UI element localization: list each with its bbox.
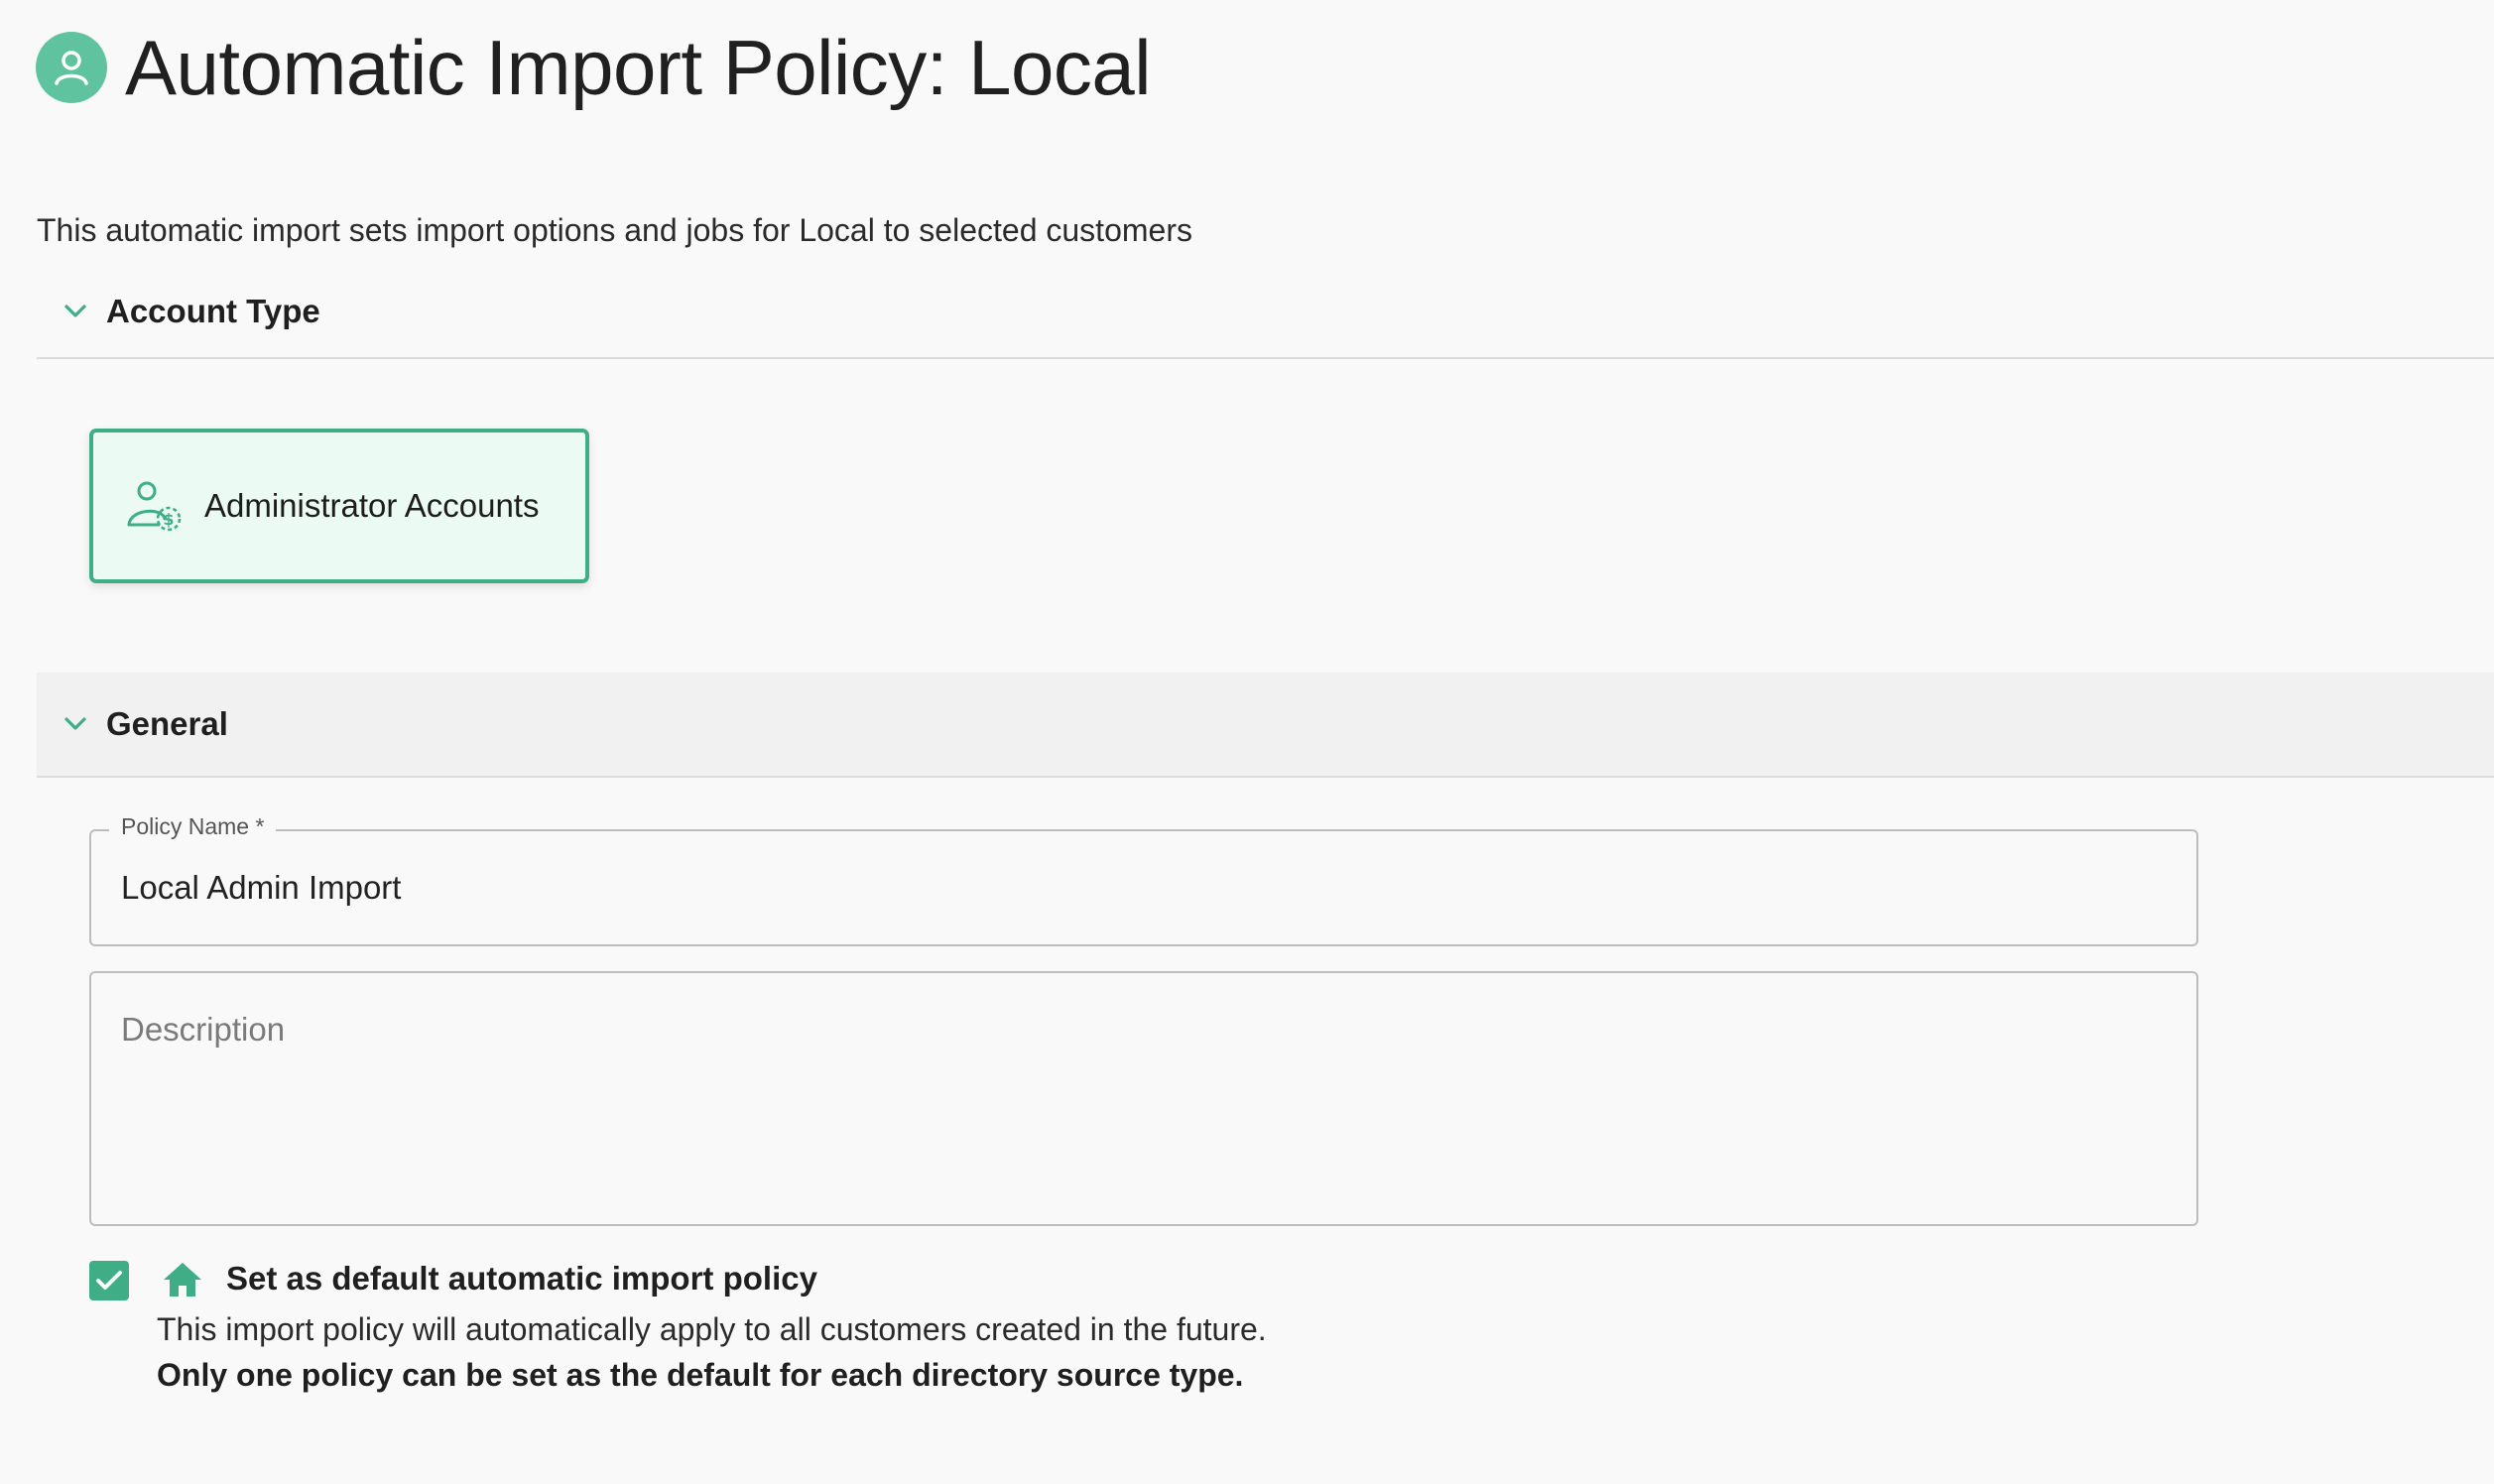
- admin-accounts-icon: $: [125, 479, 185, 533]
- default-policy-warning: Only one policy can be set as the defaul…: [157, 1357, 1244, 1393]
- svg-text:$: $: [163, 510, 174, 529]
- description-field[interactable]: Description: [89, 971, 2198, 1226]
- policy-name-input[interactable]: Local Admin Import: [121, 869, 401, 907]
- section-general-label: General: [106, 705, 228, 742]
- administrator-accounts-label: Administrator Accounts: [204, 487, 540, 524]
- chevron-down-icon: [62, 711, 88, 737]
- chevron-down-icon: [62, 299, 88, 324]
- home-icon: [160, 1257, 205, 1302]
- policy-name-field[interactable]: Policy Name * Local Admin Import: [89, 813, 2198, 946]
- section-account-type-label: Account Type: [106, 293, 320, 329]
- default-policy-label: Set as default automatic import policy: [226, 1260, 817, 1297]
- default-policy-checkbox[interactable]: [89, 1261, 129, 1300]
- description-input[interactable]: Description: [121, 1011, 285, 1049]
- page-header: Automatic Import Policy: Local: [36, 20, 1152, 114]
- page-intro: This automatic import sets import option…: [37, 212, 1192, 248]
- user-avatar-icon: [36, 31, 107, 103]
- page-title: Automatic Import Policy: Local: [125, 23, 1152, 111]
- administrator-accounts-card[interactable]: $ Administrator Accounts: [89, 429, 589, 583]
- policy-name-label: Policy Name *: [109, 813, 277, 840]
- default-policy-note: This import policy will automatically ap…: [157, 1311, 1267, 1347]
- checkmark-icon: [96, 1271, 122, 1290]
- section-general-header[interactable]: General: [37, 673, 2494, 778]
- section-account-type-header[interactable]: Account Type: [37, 266, 2494, 359]
